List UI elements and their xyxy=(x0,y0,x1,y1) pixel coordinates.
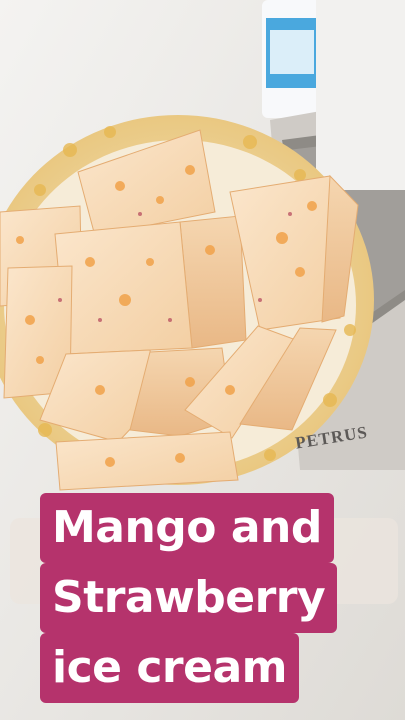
title-caption: Mango and Strawberry ice cream xyxy=(40,493,370,705)
title-line: Strawberry xyxy=(40,563,338,633)
title-line: Mango and xyxy=(40,493,334,563)
title-line: ice cream xyxy=(40,633,299,703)
